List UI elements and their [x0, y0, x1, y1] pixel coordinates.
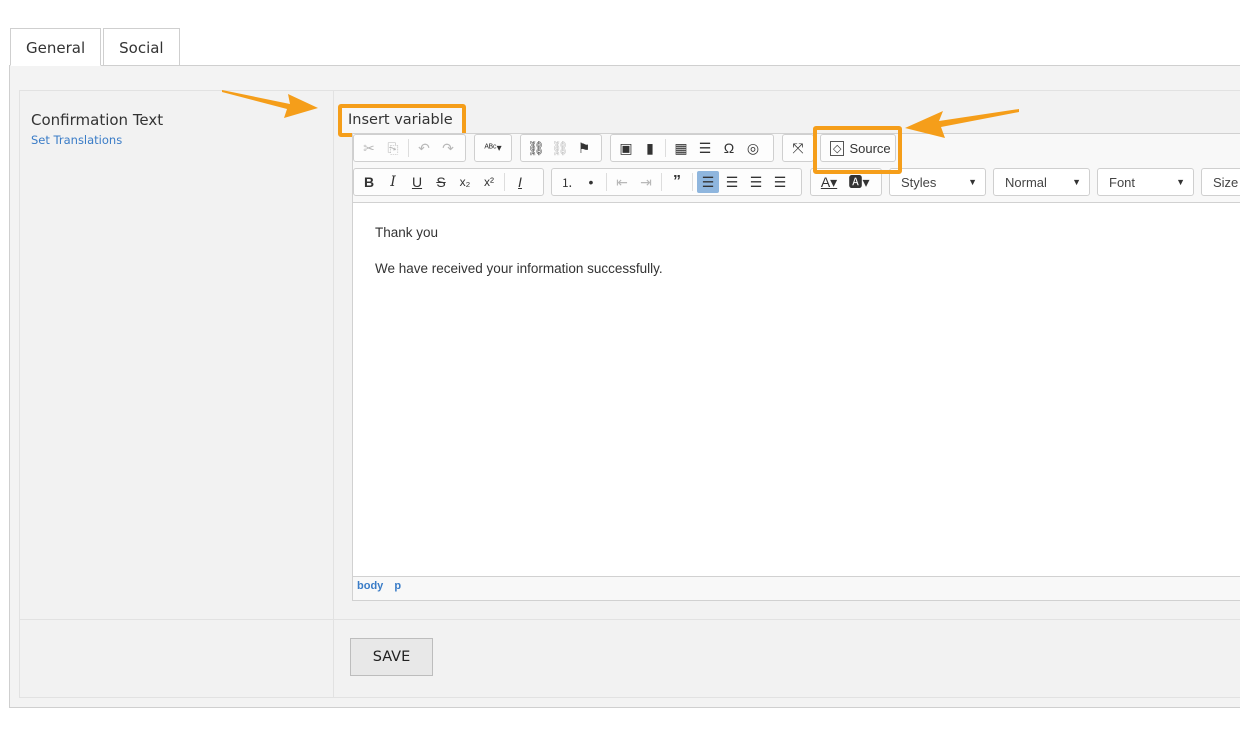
size-value: Size	[1213, 174, 1239, 190]
maximize-group: ⤧	[782, 134, 814, 162]
redo-icon[interactable]: ↷	[437, 137, 459, 159]
toolbar-separator	[692, 173, 693, 191]
bg-color-icon[interactable]: 🅰▾	[845, 171, 873, 193]
spellcheck-icon[interactable]: ᴬᴮᶜ▾	[479, 137, 507, 159]
cut-icon[interactable]: ✂	[358, 137, 380, 159]
toolbar-separator	[408, 139, 409, 157]
size-dropdown[interactable]: Size	[1201, 168, 1240, 196]
align-right-icon[interactable]: ☰	[745, 171, 767, 193]
tab-general[interactable]: General	[10, 28, 102, 66]
source-label: Source	[849, 140, 891, 156]
source-icon: ◇	[830, 140, 845, 156]
save-button[interactable]: SAVE	[350, 638, 433, 676]
paragraph-group: ⒈ • ⇤ ⇥ ” ☰ ☰ ☰ ☰	[551, 168, 802, 196]
format-value: Normal	[1005, 174, 1047, 190]
editor-content[interactable]: Thank you We have received your informat…	[353, 202, 1240, 577]
iframe-icon[interactable]: ◎	[742, 137, 764, 159]
outdent-icon[interactable]: ⇤	[611, 171, 633, 193]
toolbar-separator	[661, 173, 662, 191]
text-color-icon[interactable]: A▾	[815, 171, 843, 193]
numbered-list-icon[interactable]: ⒈	[556, 171, 578, 193]
anchor-icon[interactable]: ⚑	[573, 137, 595, 159]
field-label: Confirmation Text	[31, 111, 164, 129]
toolbar-separator	[665, 139, 666, 157]
italic-icon[interactable]: I	[382, 171, 404, 193]
indent-icon[interactable]: ⇥	[635, 171, 657, 193]
special-char-icon[interactable]: Ω	[718, 137, 740, 159]
link-icon[interactable]: ⛓	[525, 137, 547, 159]
label-column: Confirmation Text Set Translations	[20, 91, 334, 697]
chevron-down-icon: ▼	[1176, 177, 1185, 187]
font-value: Font	[1109, 174, 1136, 190]
subscript-icon[interactable]: x₂	[454, 171, 476, 193]
styles-dropdown[interactable]: Styles ▼	[889, 168, 986, 196]
image-icon[interactable]: ▣	[615, 137, 637, 159]
copy-icon[interactable]: ⎘	[382, 137, 404, 159]
strike-icon[interactable]: S	[430, 171, 452, 193]
colors-group: A▾ 🅰▾	[810, 168, 882, 196]
content-paragraph: Thank you	[375, 225, 439, 240]
flash-icon[interactable]: ▮	[639, 137, 661, 159]
remove-format-icon[interactable]: I	[509, 171, 531, 193]
underline-icon[interactable]: U	[406, 171, 428, 193]
superscript-icon[interactable]: x²	[478, 171, 500, 193]
content-paragraph: We have received your information succes…	[375, 261, 663, 276]
clipboard-group: ✂ ⎘ ↶ ↷	[353, 134, 466, 162]
arrow-pointer-icon	[222, 90, 318, 118]
rich-text-editor: ✂ ⎘ ↶ ↷ ᴬᴮᶜ▾ ⛓ ⛓ ⚑ ▣ ▮ ▦ ☰ Ω ◎ ⤧ ◇ Sourc…	[352, 133, 1240, 601]
basic-styles-group: B I U S x₂ x² I	[353, 168, 544, 196]
styles-value: Styles	[901, 174, 937, 190]
unlink-icon[interactable]: ⛓	[549, 137, 571, 159]
insert-group: ▣ ▮ ▦ ☰ Ω ◎	[610, 134, 774, 162]
format-dropdown[interactable]: Normal ▼	[993, 168, 1090, 196]
blockquote-icon[interactable]: ”	[666, 171, 688, 193]
chevron-down-icon: ▼	[1072, 177, 1081, 187]
links-group: ⛓ ⛓ ⚑	[520, 134, 602, 162]
justify-icon[interactable]: ☰	[769, 171, 791, 193]
maximize-icon[interactable]: ⤧	[787, 137, 809, 159]
toolbar-separator	[606, 173, 607, 191]
divider	[20, 619, 1240, 620]
table-icon[interactable]: ▦	[670, 137, 692, 159]
path-p[interactable]: p	[394, 580, 401, 592]
arrow-pointer-icon	[905, 109, 1019, 138]
tab-social[interactable]: Social	[103, 28, 180, 66]
toolbar-separator	[504, 173, 505, 191]
source-group: ◇ Source	[820, 134, 896, 162]
bold-icon[interactable]: B	[358, 171, 380, 193]
align-left-icon[interactable]: ☰	[697, 171, 719, 193]
chevron-down-icon: ▼	[968, 177, 977, 187]
path-body[interactable]: body	[357, 580, 383, 592]
font-dropdown[interactable]: Font ▼	[1097, 168, 1194, 196]
spellcheck-group: ᴬᴮᶜ▾	[474, 134, 512, 162]
tab-bar: General Social	[10, 28, 180, 66]
horizontal-rule-icon[interactable]: ☰	[694, 137, 716, 159]
undo-icon[interactable]: ↶	[413, 137, 435, 159]
source-button[interactable]: ◇ Source	[824, 137, 897, 159]
align-center-icon[interactable]: ☰	[721, 171, 743, 193]
set-translations-link[interactable]: Set Translations	[31, 133, 122, 147]
bulleted-list-icon[interactable]: •	[580, 171, 602, 193]
element-path: body p	[357, 580, 409, 592]
